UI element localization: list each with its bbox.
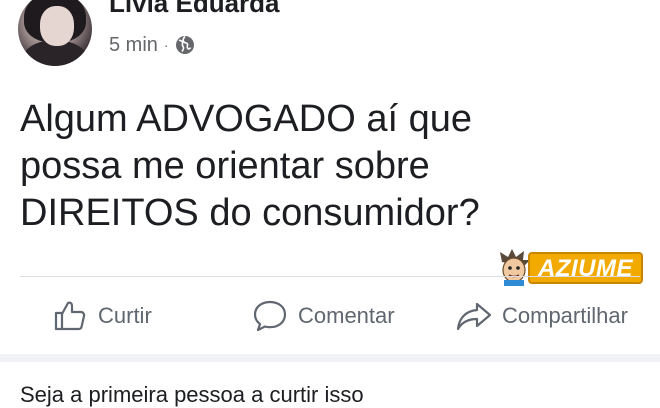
divider <box>20 276 640 277</box>
globe-icon[interactable] <box>175 35 195 55</box>
meta-separator: · <box>163 37 169 53</box>
share-button[interactable]: Compartilhar <box>456 292 628 340</box>
post-text: Algum ADVOGADO aí que possa me orientar … <box>20 96 580 237</box>
like-label: Curtir <box>98 303 152 328</box>
watermark-logo: AZIUME <box>496 248 643 288</box>
post-meta: 5 min · <box>109 33 195 57</box>
comment-label: Comentar <box>298 303 395 328</box>
section-divider <box>0 354 660 362</box>
avatar[interactable] <box>18 0 92 66</box>
share-label: Compartilhar <box>502 303 628 328</box>
likes-summary: Seja a primeira pessoa a curtir isso <box>20 382 364 407</box>
post-text-line: DIREITOS do consumidor? <box>20 192 480 234</box>
share-arrow-icon <box>456 302 492 331</box>
watermark-face-icon <box>500 249 530 286</box>
thumbs-up-icon <box>54 301 86 331</box>
post-actions: Curtir Comentar Compartilhar <box>0 292 660 340</box>
watermark-text: AZIUME <box>528 252 643 284</box>
post-text-line: Algum ADVOGADO aí que <box>20 98 472 140</box>
post-time[interactable]: 5 min <box>109 34 158 57</box>
author-name[interactable]: Livia Eduarda <box>109 0 280 19</box>
comment-button[interactable]: Comentar <box>252 292 395 340</box>
like-button[interactable]: Curtir <box>52 292 152 340</box>
comment-bubble-icon <box>253 300 287 332</box>
post-text-line: possa me orientar sobre <box>20 145 430 187</box>
